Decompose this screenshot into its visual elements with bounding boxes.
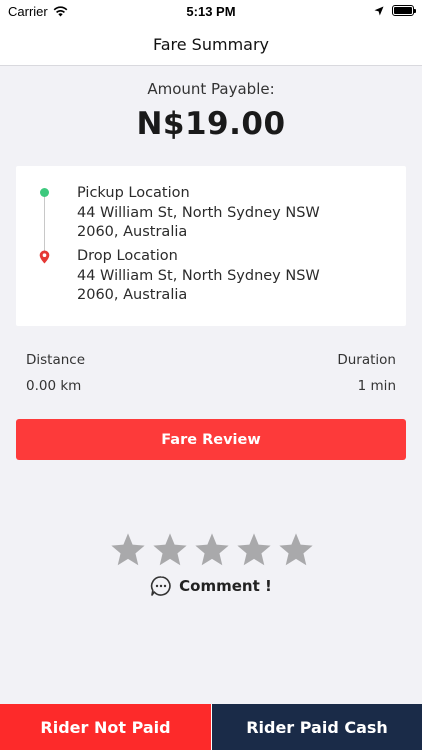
route-connector-line bbox=[44, 194, 45, 254]
location-card: Pickup Location 44 William St, North Syd… bbox=[16, 166, 406, 326]
location-arrow-icon bbox=[374, 6, 384, 15]
status-bar: Carrier 5:13 PM bbox=[0, 0, 422, 24]
drop-address-line1: 44 William St, North Sydney NSW bbox=[77, 267, 320, 284]
drop-title: Drop Location bbox=[77, 248, 178, 264]
pickup-location: Pickup Location 44 William St, North Syd… bbox=[77, 184, 397, 243]
duration-label: Duration bbox=[337, 352, 396, 368]
drop-pin-icon bbox=[39, 250, 50, 264]
comment-label: Comment ! bbox=[179, 577, 272, 595]
drop-location: Drop Location 44 William St, North Sydne… bbox=[77, 247, 397, 306]
star-rating bbox=[109, 531, 315, 571]
status-right bbox=[374, 5, 416, 16]
comment-bubble-icon bbox=[151, 576, 171, 596]
distance-value: 0.00 km bbox=[26, 378, 82, 394]
pickup-title: Pickup Location bbox=[77, 185, 190, 201]
star-4-icon[interactable] bbox=[235, 531, 273, 569]
drop-address-line2: 2060, Australia bbox=[77, 287, 188, 303]
rider-not-paid-button[interactable]: Rider Not Paid bbox=[0, 704, 211, 750]
amount-payable-label: Amount Payable: bbox=[147, 80, 275, 98]
bottom-action-bar: Rider Not Paid Rider Paid Cash bbox=[0, 704, 422, 750]
pickup-address-line2: 2060, Australia bbox=[77, 224, 188, 240]
duration-value: 1 min bbox=[357, 378, 396, 394]
pickup-address-line1: 44 William St, North Sydney NSW bbox=[77, 204, 320, 221]
amount-payable-value: N$19.00 bbox=[136, 106, 286, 142]
star-1-icon[interactable] bbox=[109, 531, 147, 569]
star-5-icon[interactable] bbox=[277, 531, 315, 569]
status-time: 5:13 PM bbox=[186, 4, 236, 19]
nav-bar: Fare Summary bbox=[0, 24, 422, 66]
star-3-icon[interactable] bbox=[193, 531, 231, 569]
page-title: Fare Summary bbox=[152, 35, 269, 54]
battery-fill bbox=[394, 7, 412, 14]
star-2-icon[interactable] bbox=[151, 531, 189, 569]
comment-link[interactable]: Comment ! bbox=[0, 575, 422, 597]
fare-review-button[interactable]: Fare Review bbox=[16, 419, 406, 460]
rider-paid-cash-button[interactable]: Rider Paid Cash bbox=[211, 704, 422, 750]
battery-icon bbox=[392, 5, 416, 16]
distance-label: Distance bbox=[26, 352, 86, 368]
pickup-dot-icon bbox=[40, 188, 49, 197]
